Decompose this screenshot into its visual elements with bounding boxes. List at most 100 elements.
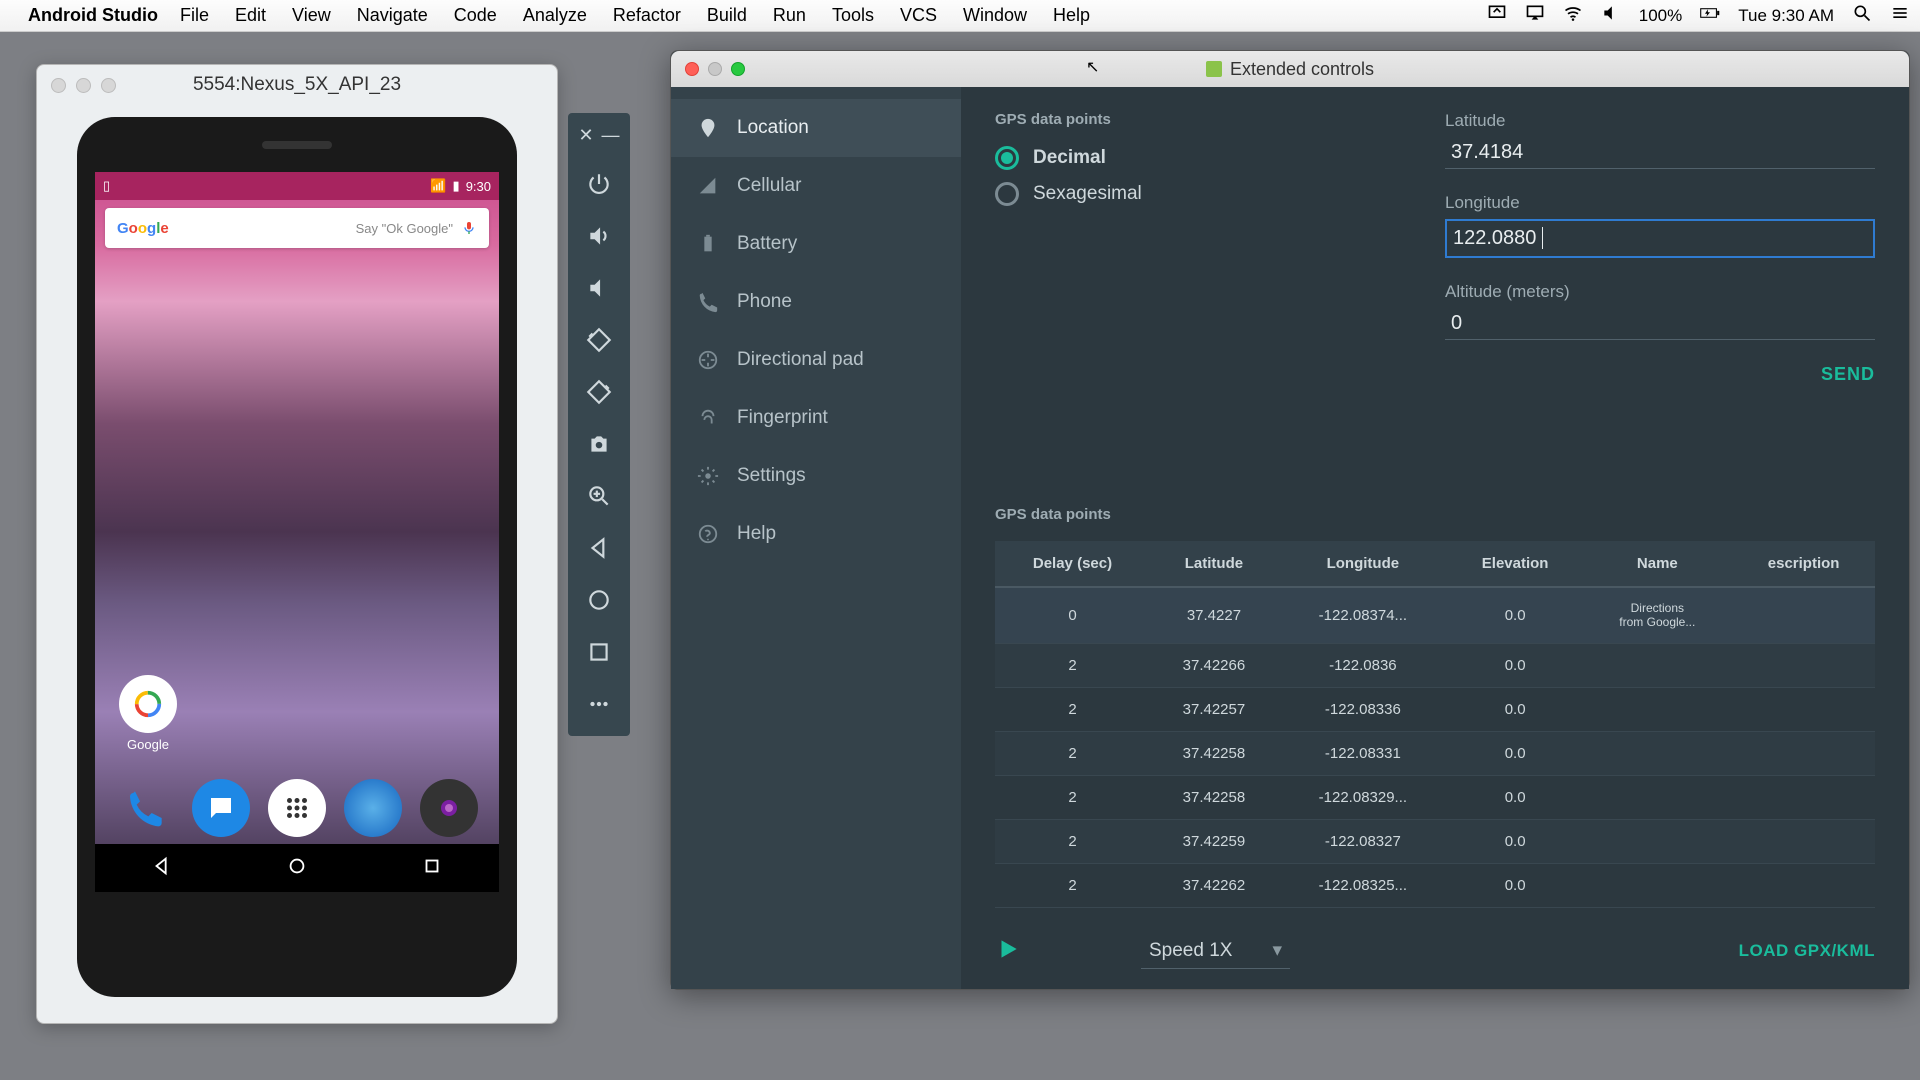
- extended-controls-titlebar[interactable]: Extended controls ↖: [671, 51, 1909, 87]
- menu-file[interactable]: File: [180, 5, 209, 26]
- cell-delay: 0: [995, 587, 1150, 643]
- altitude-input[interactable]: 0: [1445, 308, 1875, 340]
- screenshot-button[interactable]: [579, 424, 619, 464]
- wifi-icon[interactable]: [1563, 3, 1583, 28]
- google-folder[interactable]: Google: [119, 675, 177, 752]
- phone-screen[interactable]: ▯ 📶 ▮ 9:30 Google Say "Ok Google" Google: [95, 172, 499, 892]
- latitude-label: Latitude: [1445, 111, 1875, 131]
- power-button[interactable]: [579, 164, 619, 204]
- back-button[interactable]: [151, 855, 173, 882]
- clock[interactable]: Tue 9:30 AM: [1738, 6, 1834, 26]
- app-drawer-icon[interactable]: [268, 779, 326, 837]
- cell-name: [1582, 863, 1732, 907]
- col-lat[interactable]: Latitude: [1150, 541, 1278, 587]
- col-lon[interactable]: Longitude: [1278, 541, 1448, 587]
- menu-code[interactable]: Code: [454, 5, 497, 26]
- table-row[interactable]: 237.42257-122.083360.0: [995, 687, 1875, 731]
- back-toolbar-button[interactable]: [579, 528, 619, 568]
- cell-name: Directions from Google...: [1582, 587, 1732, 643]
- table-row[interactable]: 237.42266-122.08360.0: [995, 643, 1875, 687]
- col-desc[interactable]: escription: [1732, 541, 1875, 587]
- cell-lon: -122.0836: [1278, 643, 1448, 687]
- close-emulator-button[interactable]: ✕: [578, 125, 593, 146]
- sidebar-item-phone[interactable]: Phone: [671, 273, 961, 331]
- rotate-right-button[interactable]: [579, 372, 619, 412]
- cell-lon: -122.08331: [1278, 731, 1448, 775]
- cell-delay: 2: [995, 643, 1150, 687]
- spotlight-icon[interactable]: [1852, 3, 1872, 28]
- home-button[interactable]: [286, 855, 308, 882]
- radio-icon: [995, 146, 1019, 170]
- table-row[interactable]: 237.42258-122.08329...0.0: [995, 775, 1875, 819]
- cell-elev: 0.0: [1448, 587, 1583, 643]
- menu-edit[interactable]: Edit: [235, 5, 266, 26]
- menu-view[interactable]: View: [292, 5, 331, 26]
- sidebar-item-help[interactable]: Help: [671, 505, 961, 563]
- speed-select[interactable]: Speed 1X▾: [1141, 933, 1290, 969]
- table-row[interactable]: 237.42262-122.08325...0.0: [995, 863, 1875, 907]
- cell-elev: 0.0: [1448, 863, 1583, 907]
- recents-button[interactable]: [421, 855, 443, 882]
- col-delay[interactable]: Delay (sec): [995, 541, 1150, 587]
- table-row[interactable]: 037.4227-122.08374...0.0Directions from …: [995, 587, 1875, 643]
- volume-up-button[interactable]: [579, 216, 619, 256]
- sidebar-label: Cellular: [737, 175, 801, 197]
- sidebar-label: Help: [737, 523, 776, 545]
- google-search-bar[interactable]: Google Say "Ok Google": [105, 208, 489, 248]
- minimize-emulator-button[interactable]: —: [602, 125, 620, 146]
- col-elev[interactable]: Elevation: [1448, 541, 1583, 587]
- app-name[interactable]: Android Studio: [28, 5, 158, 26]
- menu-window[interactable]: Window: [963, 5, 1027, 26]
- menu-refactor[interactable]: Refactor: [613, 5, 681, 26]
- menu-run[interactable]: Run: [773, 5, 806, 26]
- menu-build[interactable]: Build: [707, 5, 747, 26]
- traffic-lights[interactable]: [685, 62, 745, 76]
- volume-down-button[interactable]: [579, 268, 619, 308]
- sidebar-item-location[interactable]: Location: [671, 99, 961, 157]
- more-button[interactable]: [579, 684, 619, 724]
- sidebar-item-fingerprint[interactable]: Fingerprint: [671, 389, 961, 447]
- emulator-titlebar[interactable]: 5554:Nexus_5X_API_23: [37, 65, 557, 105]
- col-name[interactable]: Name: [1582, 541, 1732, 587]
- volume-icon[interactable]: [1601, 3, 1621, 28]
- emulator-title: 5554:Nexus_5X_API_23: [193, 74, 401, 96]
- latitude-input[interactable]: 37.4184: [1445, 137, 1875, 169]
- home-toolbar-button[interactable]: [579, 580, 619, 620]
- cell-lat: 37.42257: [1150, 687, 1278, 731]
- play-button[interactable]: [995, 936, 1021, 967]
- camera-app-icon[interactable]: [420, 779, 478, 837]
- menu-analyze[interactable]: Analyze: [523, 5, 587, 26]
- cell-desc: [1732, 643, 1875, 687]
- sidebar-item-cellular[interactable]: Cellular: [671, 157, 961, 215]
- table-row[interactable]: 237.42259-122.083270.0: [995, 819, 1875, 863]
- messages-app-icon[interactable]: [192, 779, 250, 837]
- menu-icon[interactable]: [1890, 3, 1910, 28]
- menu-tools[interactable]: Tools: [832, 5, 874, 26]
- mic-icon[interactable]: [461, 220, 477, 236]
- longitude-input[interactable]: 122.0880: [1445, 219, 1875, 258]
- send-button[interactable]: SEND: [1445, 364, 1875, 385]
- cell-lon: -122.08374...: [1278, 587, 1448, 643]
- screenshare-icon[interactable]: [1487, 3, 1507, 28]
- rotate-left-button[interactable]: [579, 320, 619, 360]
- radio-label: Sexagesimal: [1033, 183, 1142, 205]
- zoom-button[interactable]: [579, 476, 619, 516]
- sidebar-item-settings[interactable]: Settings: [671, 447, 961, 505]
- android-clock: 9:30: [466, 179, 491, 194]
- menu-vcs[interactable]: VCS: [900, 5, 937, 26]
- table-row[interactable]: 237.42258-122.083310.0: [995, 731, 1875, 775]
- airplay-icon[interactable]: [1525, 3, 1545, 28]
- menu-navigate[interactable]: Navigate: [357, 5, 428, 26]
- android-battery-icon: ▮: [453, 178, 460, 194]
- load-gpx-button[interactable]: LOAD GPX/KML: [1739, 941, 1875, 961]
- overview-toolbar-button[interactable]: [579, 632, 619, 672]
- sidebar-item-battery[interactable]: Battery: [671, 215, 961, 273]
- menu-help[interactable]: Help: [1053, 5, 1090, 26]
- sidebar-item-dpad[interactable]: Directional pad: [671, 331, 961, 389]
- cell-elev: 0.0: [1448, 731, 1583, 775]
- phone-app-icon[interactable]: [116, 779, 174, 837]
- macos-menubar: Android Studio File Edit View Navigate C…: [0, 0, 1920, 32]
- android-navbar: [95, 844, 499, 892]
- traffic-lights[interactable]: [51, 78, 116, 93]
- browser-app-icon[interactable]: [344, 779, 402, 837]
